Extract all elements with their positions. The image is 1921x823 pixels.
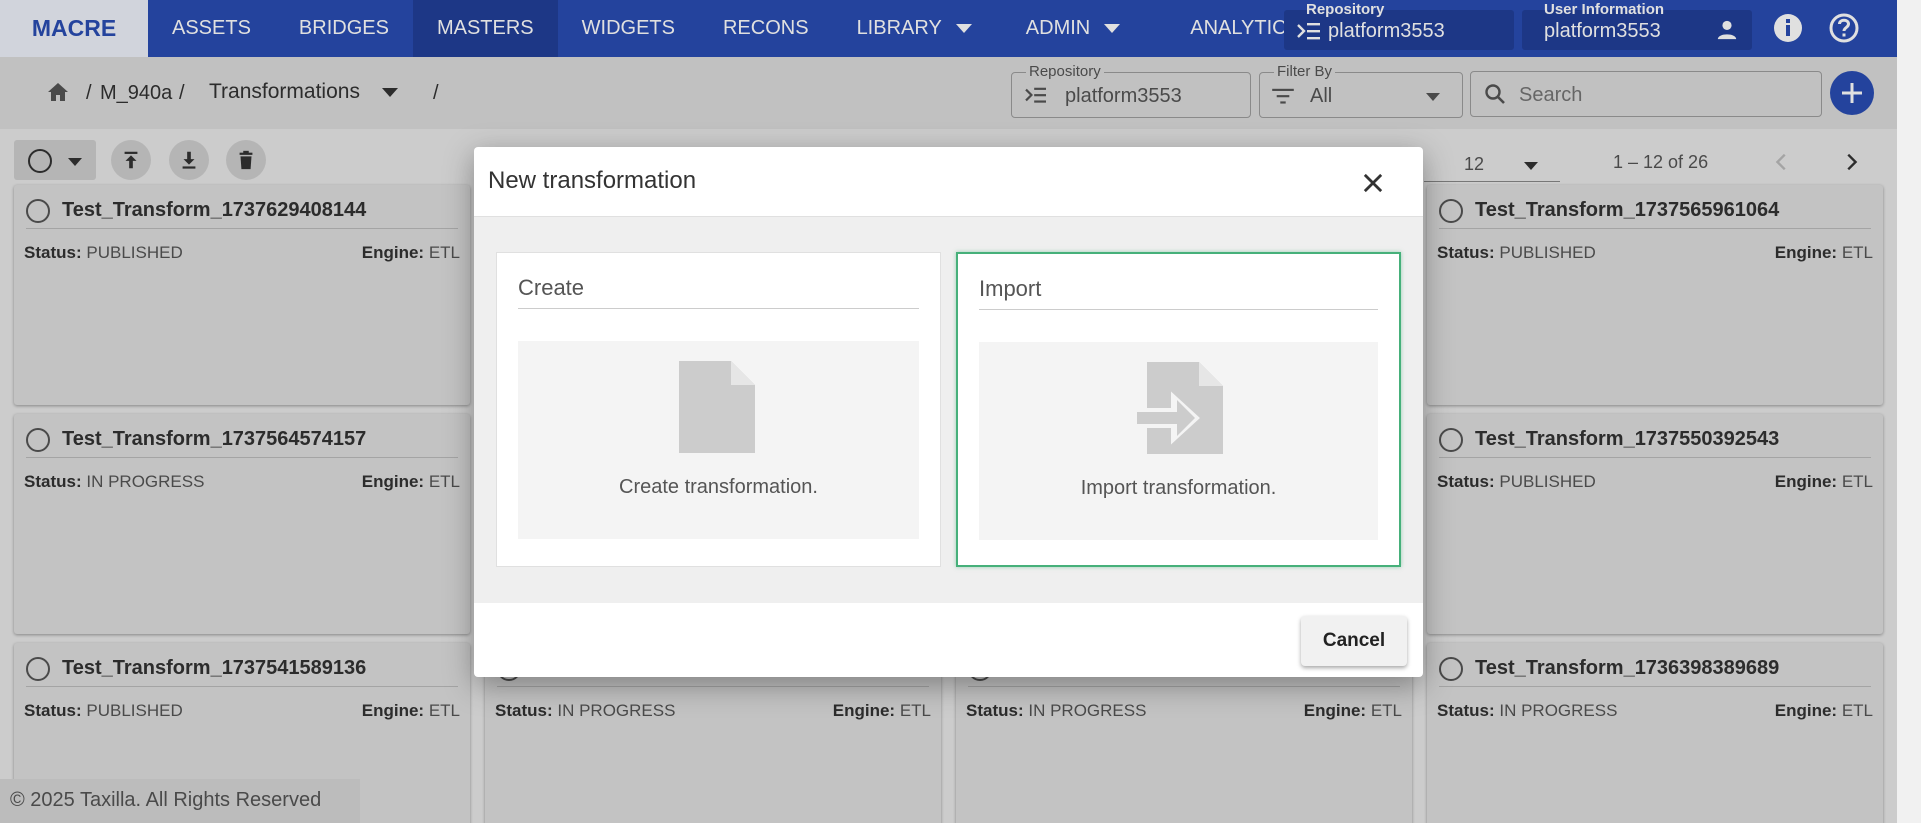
create-option[interactable]: Create Create transformation. [496,252,941,567]
import-option-panel: Import transformation. [979,342,1378,540]
file-import-icon [1133,362,1223,454]
create-option-text: Create transformation. [619,476,818,498]
import-option[interactable]: Import Import transformation. [956,252,1401,567]
cancel-button[interactable]: Cancel [1301,616,1407,666]
import-option-title: Import [979,276,1042,301]
divider [518,308,919,309]
create-option-panel: Create transformation. [518,341,919,539]
create-option-title: Create [518,275,585,300]
new-transformation-dialog: New transformation Create Create transfo… [474,147,1423,677]
document-icon [679,361,755,453]
close-icon[interactable] [1359,169,1387,197]
dialog-header: New transformation [474,147,1423,217]
divider [979,309,1378,310]
import-option-text: Import transformation. [1080,477,1277,499]
dialog-title: New transformation [488,167,697,194]
dialog-body: Create Create transformation. Import Imp… [474,217,1423,603]
page-scrollbar[interactable] [1897,0,1921,823]
